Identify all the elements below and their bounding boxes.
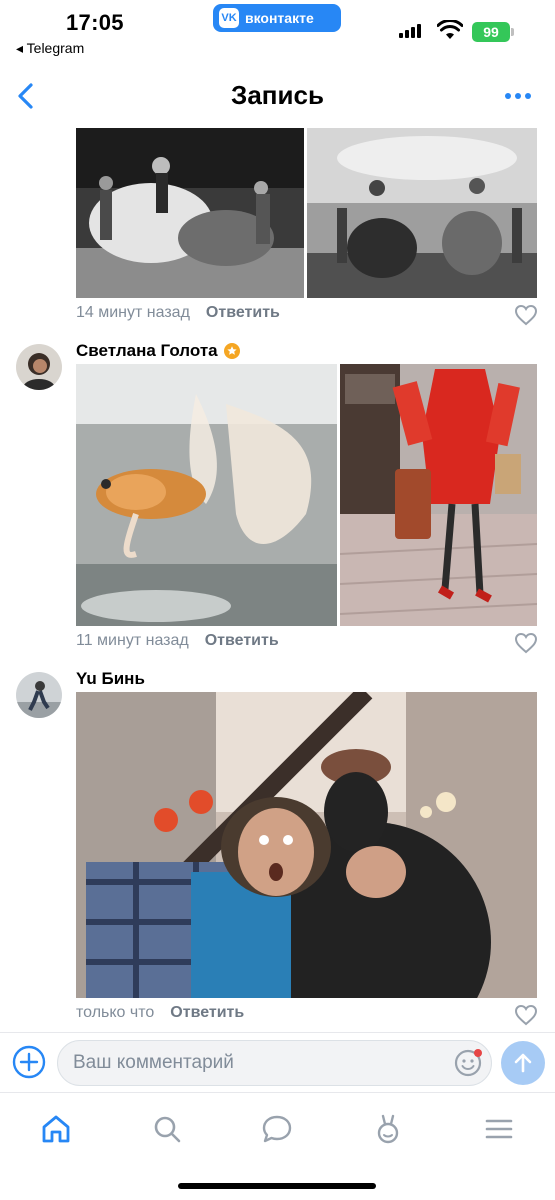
comment-photo-dancer[interactable] — [76, 128, 304, 298]
vk-logo-icon: VK — [219, 8, 239, 28]
comment-item: 14 минут назад Ответить — [0, 126, 555, 336]
author-name: Светлана Голота — [76, 341, 218, 360]
tab-menu[interactable] — [479, 1109, 519, 1149]
tab-home[interactable] — [36, 1109, 76, 1149]
status-bar: 17:05 ◂ Telegram VK вконтакте 99 — [0, 0, 555, 66]
comment-photo-red-dress[interactable] — [340, 364, 537, 626]
menu-icon — [485, 1119, 513, 1139]
comment-input[interactable] — [57, 1040, 492, 1086]
comment-time: 11 минут назад — [76, 632, 189, 649]
comment-meta: 14 минут назад Ответить — [76, 304, 280, 322]
comment-time: 14 минут назад — [76, 304, 190, 321]
comment-photo-goldfish[interactable] — [76, 364, 337, 626]
more-dots-icon — [505, 93, 511, 99]
like-heart-icon[interactable] — [514, 632, 538, 654]
clips-icon — [377, 1114, 399, 1144]
reply-button[interactable]: Ответить — [205, 632, 279, 650]
arrow-up-icon — [514, 1053, 532, 1073]
avatar[interactable] — [16, 344, 62, 390]
comment-meta: 11 минут назад Ответить — [76, 632, 279, 650]
comment-photo-folk-dance[interactable] — [307, 128, 537, 298]
verified-star-icon — [223, 343, 240, 359]
messages-icon — [262, 1115, 292, 1143]
author-name: Yu Бинь — [76, 669, 145, 688]
comment-time: только что — [76, 1004, 155, 1021]
home-indicator — [178, 1183, 376, 1189]
add-attachment-button[interactable] — [12, 1045, 46, 1079]
comment-composer — [0, 1032, 555, 1092]
comment-meta: только что Ответить — [76, 1004, 244, 1022]
back-to-app-link[interactable]: ◂ Telegram — [16, 40, 84, 57]
comment-author[interactable]: Светлана Голота — [76, 341, 240, 361]
send-button[interactable] — [501, 1041, 545, 1085]
reply-button[interactable]: Ответить — [206, 304, 280, 322]
app-badge: VK вконтакте — [213, 4, 341, 32]
bottom-tab-bar — [0, 1092, 555, 1200]
reply-button[interactable]: Ответить — [170, 1004, 244, 1022]
emoji-sticker-icon[interactable] — [453, 1048, 483, 1078]
like-heart-icon[interactable] — [514, 304, 538, 326]
comments-feed[interactable]: 14 минут назад Ответить Светлана Голота — [0, 126, 555, 1032]
like-heart-icon[interactable] — [514, 1004, 538, 1026]
battery-indicator: 99 — [472, 22, 514, 42]
cellular-signal-icon — [399, 24, 421, 38]
avatar[interactable] — [16, 672, 62, 718]
search-icon — [154, 1116, 181, 1143]
page-title: Запись — [231, 80, 324, 110]
comment-item: Светлана Голота 11 минут назад Ответить — [0, 336, 555, 666]
tab-clips[interactable] — [368, 1109, 408, 1149]
comment-author[interactable]: Yu Бинь — [76, 669, 145, 689]
app-badge-label: вконтакте — [245, 10, 314, 26]
comment-photo-skateboard[interactable] — [76, 692, 537, 998]
wifi-icon — [437, 20, 463, 39]
more-button[interactable] — [498, 84, 538, 108]
tab-search[interactable] — [147, 1109, 187, 1149]
comment-item: Yu Бинь только что Ответить — [0, 666, 555, 1032]
status-time: 17:05 — [66, 10, 124, 35]
page-header: Запись — [0, 66, 555, 126]
home-icon — [42, 1115, 70, 1143]
tab-messages[interactable] — [257, 1109, 297, 1149]
